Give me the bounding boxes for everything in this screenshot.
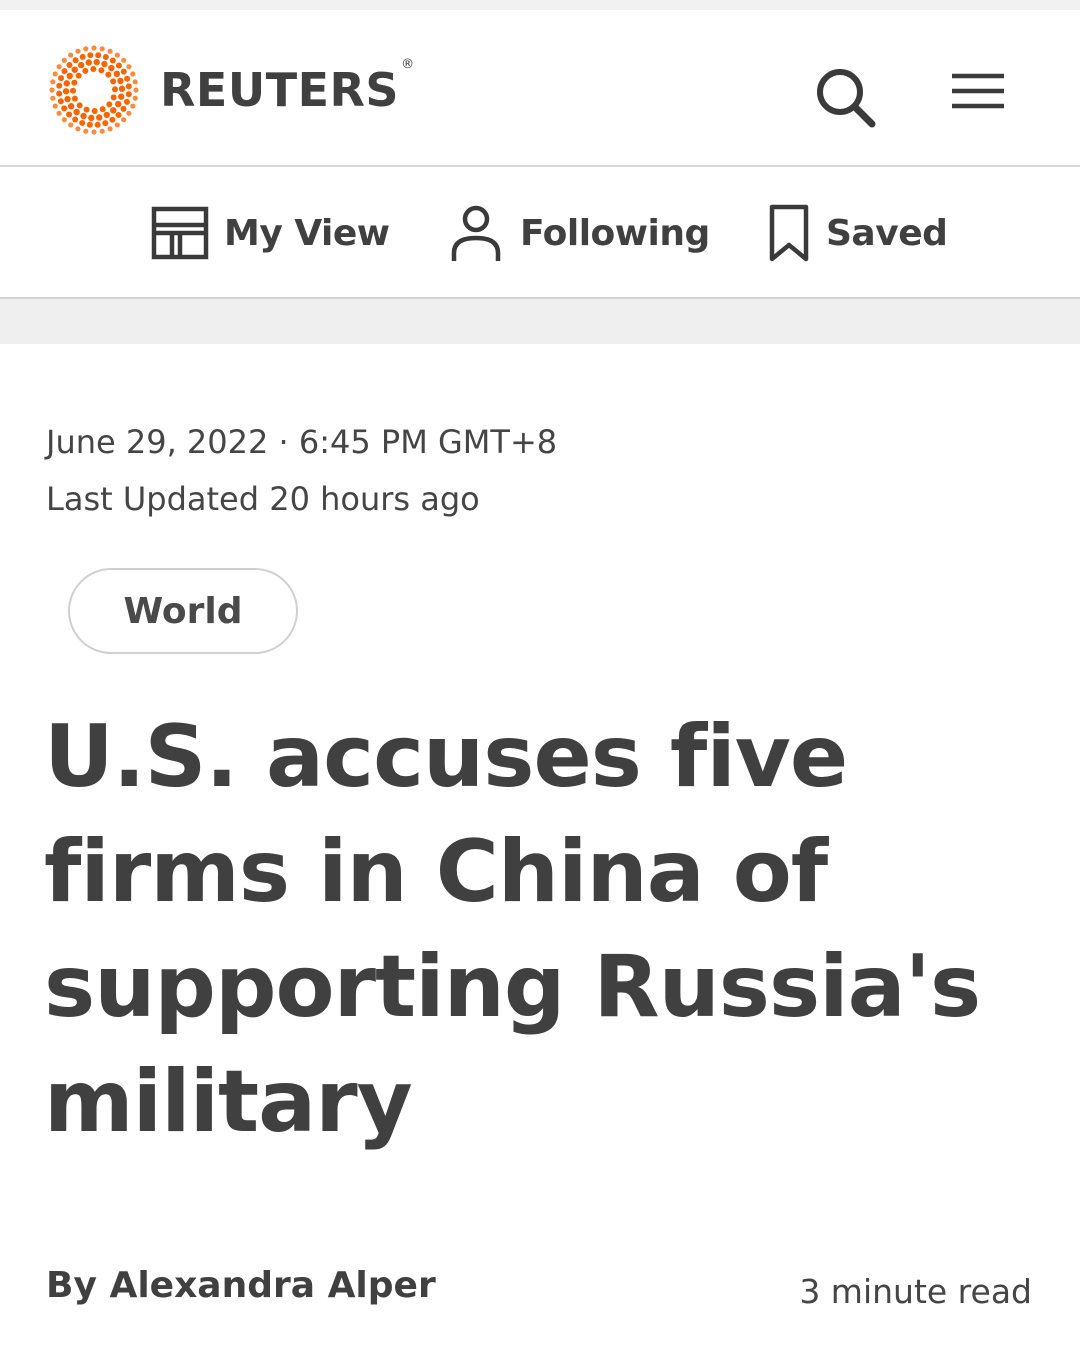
section-tag-world[interactable]: World (68, 568, 298, 654)
user-nav-bar: My View Following Saved (0, 167, 1080, 299)
bookmark-icon (769, 204, 809, 262)
nav-item-following[interactable]: Following (446, 203, 710, 263)
person-icon (451, 205, 501, 261)
hamburger-menu-icon (952, 73, 1004, 109)
publish-date: June 29, 2022 · 6:45 PM GMT+8 (46, 423, 558, 461)
reuters-logo-icon[interactable] (48, 44, 140, 136)
byline-prefix: By (46, 1265, 97, 1306)
brand-wordmark[interactable]: REUTERS ® (160, 57, 415, 117)
search-icon (817, 69, 876, 128)
last-updated: Last Updated 20 hours ago (46, 480, 480, 518)
nav-item-my-view[interactable]: My View (150, 203, 390, 263)
read-time: 3 minute read (799, 1272, 1032, 1311)
nav-item-label: Following (520, 212, 710, 254)
top-strip (0, 0, 1080, 10)
author-link[interactable]: Alexandra Alper (109, 1265, 435, 1306)
byline: By Alexandra Alper (46, 1265, 436, 1306)
menu-button[interactable] (948, 66, 1008, 126)
search-button[interactable] (812, 64, 878, 130)
layout-icon (151, 206, 209, 260)
nav-item-label: Saved (826, 212, 948, 254)
site-header: REUTERS ® (0, 10, 1080, 167)
article-headline: U.S. accuses five firms in China of supp… (44, 707, 981, 1152)
nav-item-saved[interactable]: Saved (766, 203, 948, 263)
nav-item-label: My View (224, 212, 390, 254)
section-divider (0, 299, 1080, 344)
